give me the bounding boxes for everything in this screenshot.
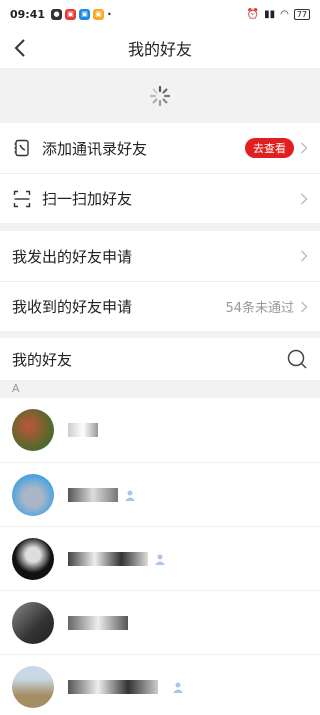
status-time: 09:41 <box>10 7 46 21</box>
name-blur <box>68 423 98 437</box>
my-friends-title: 我的好友 <box>12 350 73 369</box>
app-icon: ▣ <box>65 8 77 20</box>
pending-count: 54条未通过 <box>225 301 294 316</box>
scan-label: 扫一扫加好友 <box>42 190 133 208</box>
page-title: 我的好友 <box>127 40 192 59</box>
chevron-right-icon <box>301 142 308 154</box>
spinner-icon <box>149 85 171 106</box>
person-icon <box>155 554 165 565</box>
avatar <box>12 601 54 644</box>
friend-item[interactable] <box>0 654 320 715</box>
chevron-right-icon <box>301 301 308 312</box>
name-blur <box>68 551 148 566</box>
notification-icons: ● ▣ ▣ ▣ • <box>51 8 112 20</box>
status-bar: 09:41 ● ▣ ▣ ▣ • ⏰ ▮▮ ◠ 77 <box>0 0 320 28</box>
wechat-icon: ● <box>51 8 63 20</box>
name-blur <box>68 679 158 694</box>
add-friends-group: 添加通讯录好友 去查看 扫一扫加好友 <box>0 123 320 223</box>
received-requests-row[interactable]: 我收到的好友申请 54条未通过 <box>0 281 320 331</box>
avatar <box>12 409 54 451</box>
avatar <box>12 473 54 516</box>
index-letter: A <box>0 380 320 398</box>
contacts-book-icon <box>12 138 32 158</box>
signal-icon: ▮▮ <box>264 8 276 20</box>
friend-item[interactable] <box>0 526 320 590</box>
friend-item[interactable] <box>0 590 320 654</box>
received-requests-right: 54条未通过 <box>225 297 308 316</box>
system-icons: ⏰ ▮▮ ◠ 77 <box>246 8 310 20</box>
add-contacts-right: 去查看 <box>245 138 308 158</box>
sent-requests-row[interactable]: 我发出的好友申请 <box>0 231 320 281</box>
add-contacts-label: 添加通讯录好友 <box>42 139 148 158</box>
view-badge[interactable]: 去查看 <box>245 138 294 158</box>
nav-bar: 我的好友 <box>0 28 320 68</box>
battery-icon: 77 <box>293 8 310 20</box>
loading-spinner <box>0 68 320 123</box>
name-blur <box>68 487 118 502</box>
person-icon <box>173 682 183 693</box>
friend-item[interactable] <box>0 398 320 462</box>
search-icon[interactable] <box>286 348 308 370</box>
wifi-icon: ◠ <box>280 8 289 20</box>
scan-row[interactable]: 扫一扫加好友 <box>0 173 320 223</box>
avatar <box>12 665 54 708</box>
app-icon: ▣ <box>93 8 105 20</box>
avatar <box>12 537 54 580</box>
scan-right <box>300 193 308 205</box>
dot-icon: • <box>107 9 112 19</box>
alarm-icon: ⏰ <box>246 8 260 20</box>
name-blur <box>68 615 128 630</box>
add-contacts-row[interactable]: 添加通讯录好友 去查看 <box>0 123 320 173</box>
chevron-right-icon <box>301 250 308 262</box>
app-icon: ▣ <box>79 8 91 20</box>
scan-icon <box>12 189 32 209</box>
person-icon <box>125 490 135 501</box>
friend-list <box>0 398 320 715</box>
requests-group: 我发出的好友申请 我收到的好友申请 54条未通过 <box>0 231 320 331</box>
received-requests-label: 我收到的好友申请 <box>12 298 133 316</box>
my-friends-header: 我的好友 <box>0 338 320 380</box>
sent-requests-right <box>300 250 308 262</box>
back-icon[interactable] <box>8 36 32 60</box>
friend-item[interactable] <box>0 462 320 526</box>
chevron-right-icon <box>301 193 308 204</box>
sent-requests-label: 我发出的好友申请 <box>12 247 133 266</box>
